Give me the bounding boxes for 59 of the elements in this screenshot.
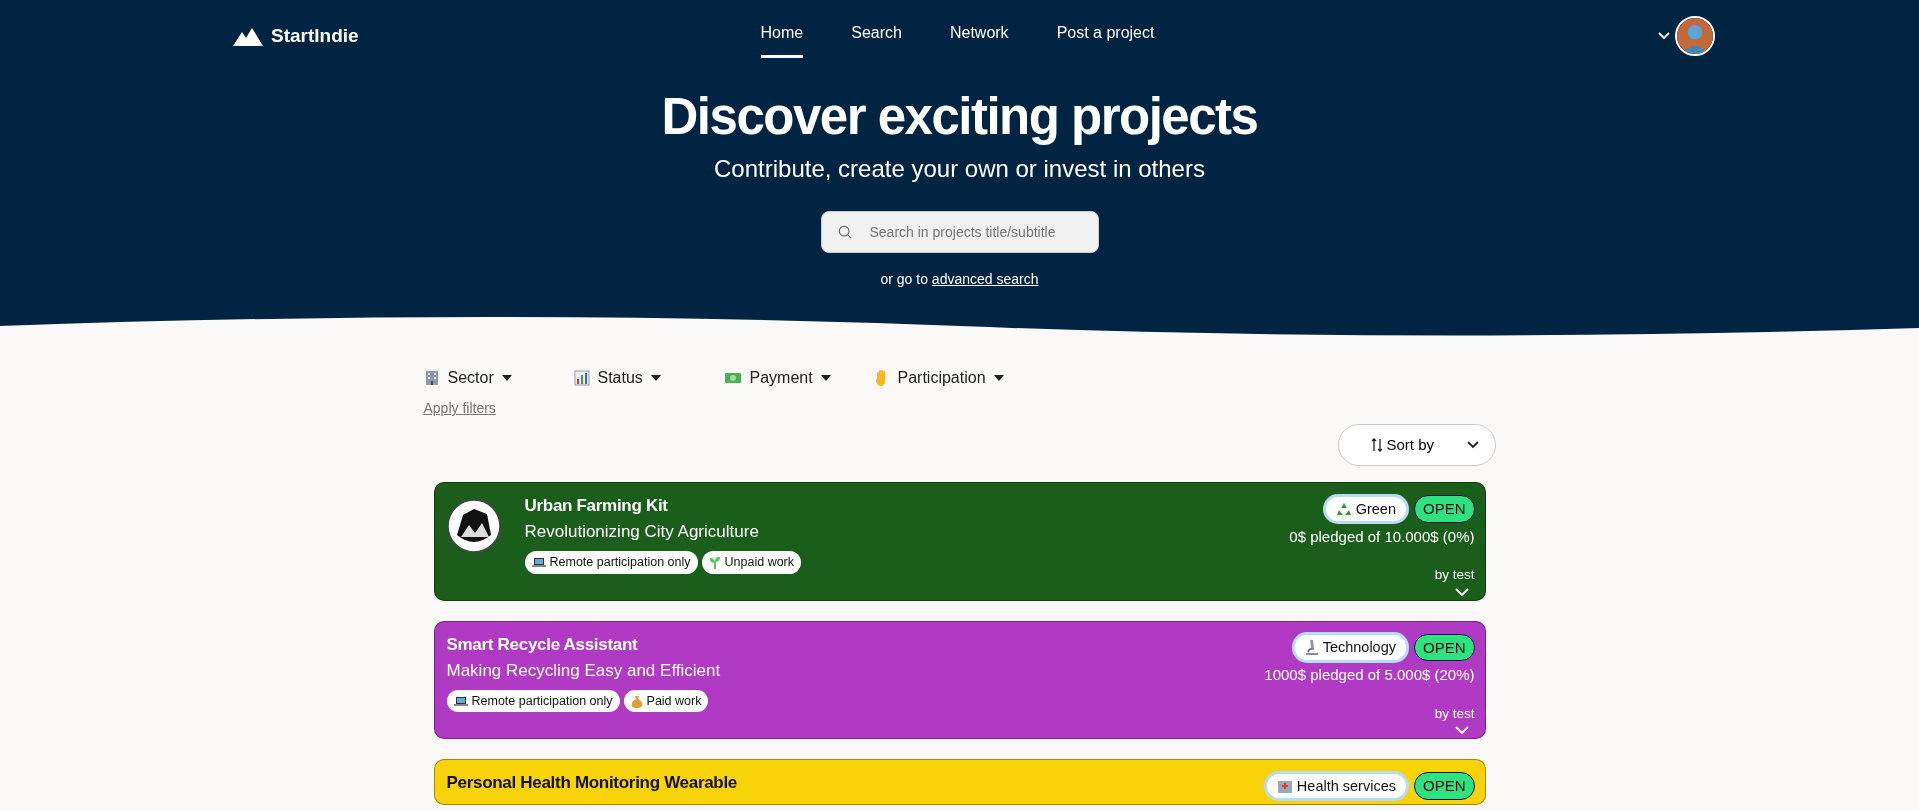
bar-chart-icon (573, 370, 590, 387)
laptop-icon (453, 695, 468, 707)
author-label: by test (1434, 704, 1475, 723)
project-card[interactable]: Smart Recycle Assistant Making Recycling Easy and Efficient Remote participation only Paid work Technology OPEN 1000$ pledged of 5.000$ (20%) by test (433, 620, 1486, 740)
status-badge: OPEN (1414, 495, 1475, 523)
status-badge: OPEN (1414, 772, 1475, 800)
laptop-icon (531, 557, 546, 568)
tag: Remote participation only (446, 689, 620, 713)
sector-badge: Technology (1294, 635, 1406, 660)
pledge-amount: 0$ pledged of 10.000$ (0%) (1289, 526, 1475, 547)
sort-dropdown[interactable]: Sort by (1337, 424, 1496, 467)
banknote-icon (723, 371, 742, 386)
sort-icon (1370, 438, 1383, 453)
filter-dropdown[interactable]: Sector (423, 366, 574, 391)
filter-dropdown[interactable]: Participation (873, 366, 1044, 391)
avatar[interactable] (1675, 16, 1715, 56)
apply-filters-link[interactable]: Apply filters (423, 398, 496, 420)
search-input[interactable]: Search in projects title/subtitle (867, 220, 1082, 244)
caret-down-icon (501, 375, 512, 382)
author-label: by test (1434, 566, 1475, 584)
caret-down-icon (993, 375, 1004, 382)
search-icon (837, 224, 852, 241)
search-field[interactable]: Search in projects title/subtitle (820, 211, 1099, 254)
project-subtitle: Making Recycling Easy and Efficient (446, 659, 722, 682)
tag: Remote participation only (524, 551, 698, 574)
mountain-logo-icon (233, 26, 263, 46)
seedling-icon (708, 556, 721, 569)
project-title: Smart Recycle Assistant (446, 633, 639, 656)
project-title: Urban Farming Kit (524, 495, 669, 518)
brand-name[interactable]: StartIndie (271, 21, 359, 51)
hero-subtitle: Contribute, create your own or invest in others (713, 154, 1206, 185)
hospital-icon (1276, 778, 1293, 795)
caret-down-icon (820, 375, 831, 382)
expand-chevron-icon[interactable] (1454, 587, 1469, 596)
tag: Paid work (623, 689, 709, 713)
nav-tab[interactable]: Network (949, 14, 1009, 58)
hero-title: Discover exciting projects (660, 87, 1259, 147)
expand-chevron-icon[interactable] (1454, 726, 1469, 735)
filter-dropdown[interactable]: Status (573, 366, 724, 391)
sector-badge: Health services (1266, 773, 1406, 799)
chevron-down-icon (1466, 441, 1479, 450)
building-icon (423, 370, 440, 387)
sector-badge: Green (1325, 496, 1406, 522)
project-card[interactable]: Personal Health Monitoring Wearable Health services OPEN (433, 759, 1486, 805)
nav-tab[interactable]: Search (851, 14, 902, 58)
project-card[interactable]: Urban Farming Kit Revolutionizing City Agriculture Remote participation only Unpaid work Green OPEN 0$ pledged of 10.000$ (0%) by test (433, 482, 1486, 601)
nav-tab[interactable]: Home (760, 14, 804, 58)
advanced-search-link[interactable]: advanced search (931, 271, 1039, 288)
status-badge: OPEN (1414, 633, 1475, 662)
chevron-down-icon[interactable] (1657, 31, 1671, 41)
tag: Unpaid work (701, 551, 802, 574)
nav-tab[interactable]: Post a project (1056, 14, 1155, 58)
caret-down-icon (650, 375, 661, 382)
search-hint: or go to advanced search (879, 270, 1040, 290)
filter-dropdown[interactable]: Payment (723, 366, 874, 391)
project-subtitle: Revolutionizing City Agriculture (524, 521, 760, 544)
project-title: Personal Health Monitoring Wearable (446, 772, 739, 795)
pledge-amount: 1000$ pledged of 5.000$ (20%) (1264, 665, 1475, 685)
money-bag-icon (630, 694, 643, 708)
